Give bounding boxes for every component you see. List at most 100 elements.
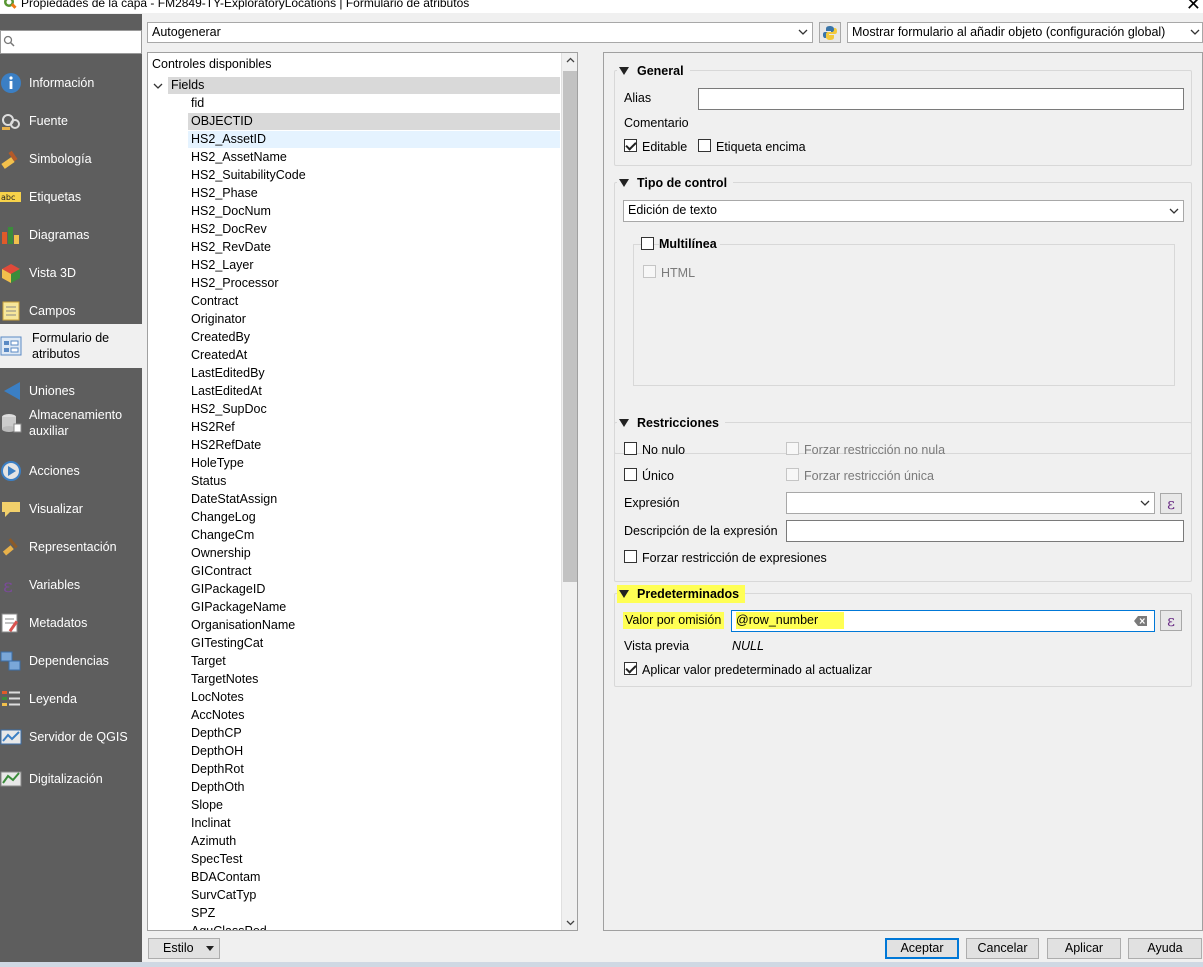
tree-field-item[interactable]: ChangeLog <box>188 509 560 526</box>
tree-field-item[interactable]: HS2_DocRev <box>188 221 560 238</box>
sidebar-item-digitizing[interactable]: Digitalización <box>0 760 142 798</box>
apply-on-update-checkbox[interactable] <box>624 662 637 675</box>
style-button[interactable]: Estilo <box>148 938 220 959</box>
available-widgets-tree[interactable]: Controles disponibles Fields fid OBJECTID… <box>147 52 578 931</box>
scroll-down-icon[interactable] <box>566 919 575 926</box>
tree-field-item[interactable]: GITestingCat <box>188 635 560 652</box>
sidebar-item-qgis-server[interactable]: Servidor de QGIS <box>0 718 142 756</box>
tree-field-item[interactable]: Inclinat <box>188 815 560 832</box>
scroll-thumb[interactable] <box>563 71 577 582</box>
tree-field-item[interactable]: Ownership <box>188 545 560 562</box>
label-on-top-checkbox[interactable] <box>698 139 711 152</box>
tree-field-item[interactable]: HS2_AssetName <box>188 149 560 166</box>
tree-field-item[interactable]: CreatedBy <box>188 329 560 346</box>
search-input[interactable] <box>0 30 142 54</box>
widget-type-group-title[interactable]: Tipo de control <box>617 174 734 192</box>
tree-field-item[interactable]: HS2_Phase <box>188 185 560 202</box>
python-init-button[interactable] <box>819 22 841 43</box>
cancel-button[interactable]: Cancelar <box>966 938 1039 959</box>
tree-field-item[interactable]: Azimuth <box>188 833 560 850</box>
tree-field-item[interactable]: SurvCatTyp <box>188 887 560 904</box>
tree-field-item[interactable]: HS2_Processor <box>188 275 560 292</box>
sidebar-item-rendering[interactable]: Representación <box>0 528 142 566</box>
tree-field-item[interactable]: LocNotes <box>188 689 560 706</box>
tree-field-item[interactable]: HoleType <box>188 455 560 472</box>
sidebar-item-labels[interactable]: abc Etiquetas <box>0 178 142 216</box>
sidebar-item-source[interactable]: Fuente <box>0 102 142 140</box>
sidebar-item-legend[interactable]: Leyenda <box>0 680 142 718</box>
tree-field-item[interactable]: Contract <box>188 293 560 310</box>
alias-input[interactable] <box>698 88 1184 110</box>
ok-button[interactable]: Aceptar <box>885 938 959 959</box>
tree-field-item[interactable]: OBJECTID <box>188 113 560 130</box>
tree-field-item[interactable]: GIContract <box>188 563 560 580</box>
tree-field-item[interactable]: DateStatAssign <box>188 491 560 508</box>
tree-field-item[interactable]: AquClassPed <box>188 923 560 930</box>
tree-field-item[interactable]: HS2_DocNum <box>188 203 560 220</box>
tree-field-item[interactable]: DepthRot <box>188 761 560 778</box>
tree-field-item[interactable]: ChangeCm <box>188 527 560 544</box>
tree-field-item[interactable]: DepthCP <box>188 725 560 742</box>
tree-field-item[interactable]: DepthOH <box>188 743 560 760</box>
sidebar-item-symbology[interactable]: Simbología <box>0 140 142 178</box>
tree-field-item[interactable]: DepthOth <box>188 779 560 796</box>
defaults-group-title[interactable]: Predeterminados <box>617 585 746 603</box>
sidebar-item-variables[interactable]: ε Variables <box>0 566 142 604</box>
sidebar-item-diagrams[interactable]: Diagramas <box>0 216 142 254</box>
apply-button[interactable]: Aplicar <box>1047 938 1121 959</box>
tree-field-item[interactable]: TargetNotes <box>188 671 560 688</box>
tree-scrollbar[interactable] <box>561 53 577 930</box>
widget-type-combo[interactable]: Edición de texto <box>623 200 1184 222</box>
tree-field-item[interactable]: Originator <box>188 311 560 328</box>
tree-field-item[interactable]: Status <box>188 473 560 490</box>
tree-field-item[interactable]: HS2_SuitabilityCode <box>188 167 560 184</box>
clear-icon[interactable] <box>1134 616 1148 626</box>
tree-field-item[interactable]: SPZ <box>188 905 560 922</box>
expression-builder-icon[interactable]: ε <box>1160 493 1182 514</box>
sidebar-item-attributes-form[interactable]: Formulario de atributos <box>0 324 142 368</box>
tree-field-item[interactable]: GIPackageName <box>188 599 560 616</box>
tree-root-fields[interactable]: Fields <box>168 77 560 94</box>
tree-field-item[interactable]: LastEditedAt <box>188 383 560 400</box>
sidebar-item-3d-view[interactable]: Vista 3D <box>0 254 142 292</box>
constraints-group-title[interactable]: Restricciones <box>617 414 725 432</box>
tree-field-item[interactable]: GIPackageID <box>188 581 560 598</box>
tree-field-item[interactable]: fid <box>188 95 560 112</box>
multiline-checkbox[interactable] <box>641 237 654 250</box>
sidebar-item-display[interactable]: Visualizar <box>0 490 142 528</box>
sidebar-item-dependencies[interactable]: Dependencias <box>0 642 142 680</box>
layout-combo[interactable]: Autogenerar <box>147 22 813 43</box>
expression-description-input[interactable] <box>786 520 1184 542</box>
collapse-arrow-icon[interactable] <box>153 82 163 90</box>
tree-field-item[interactable]: HS2_Layer <box>188 257 560 274</box>
tree-field-item[interactable]: CreatedAt <box>188 347 560 364</box>
not-null-checkbox[interactable] <box>624 442 637 455</box>
sidebar-item-info[interactable]: Información <box>0 64 142 102</box>
general-group-title[interactable]: General <box>617 62 690 80</box>
expression-combo[interactable] <box>786 492 1155 514</box>
close-icon[interactable]: ✕ <box>1186 0 1201 13</box>
tree-field-item[interactable]: HS2_SupDoc <box>188 401 560 418</box>
tree-field-item[interactable]: SpecTest <box>188 851 560 868</box>
tree-field-item[interactable]: Slope <box>188 797 560 814</box>
help-button[interactable]: Ayuda <box>1128 938 1202 959</box>
suppress-form-combo[interactable]: Mostrar formulario al añadir objeto (con… <box>847 22 1203 43</box>
tree-field-item[interactable]: LastEditedBy <box>188 365 560 382</box>
default-value-input[interactable]: @row_number <box>731 610 1155 632</box>
unique-checkbox[interactable] <box>624 468 637 481</box>
tree-field-item[interactable]: HS2RefDate <box>188 437 560 454</box>
scroll-up-icon[interactable] <box>566 57 575 64</box>
sidebar-item-metadata[interactable]: Metadatos <box>0 604 142 642</box>
tree-field-item[interactable]: BDAContam <box>188 869 560 886</box>
editable-checkbox[interactable] <box>624 139 637 152</box>
tree-field-item[interactable]: AccNotes <box>188 707 560 724</box>
tree-field-item[interactable]: OrganisationName <box>188 617 560 634</box>
tree-field-item[interactable]: HS2Ref <box>188 419 560 436</box>
enforce-expression-checkbox[interactable] <box>624 550 637 563</box>
sidebar-item-auxiliary-storage[interactable]: Almacenamiento auxiliar <box>0 404 142 442</box>
sidebar-item-actions[interactable]: Acciones <box>0 452 142 490</box>
tree-field-item[interactable]: Target <box>188 653 560 670</box>
default-expression-builder-icon[interactable]: ε <box>1160 610 1182 631</box>
tree-field-item[interactable]: HS2_RevDate <box>188 239 560 256</box>
tree-field-item[interactable]: HS2_AssetID <box>188 131 560 148</box>
